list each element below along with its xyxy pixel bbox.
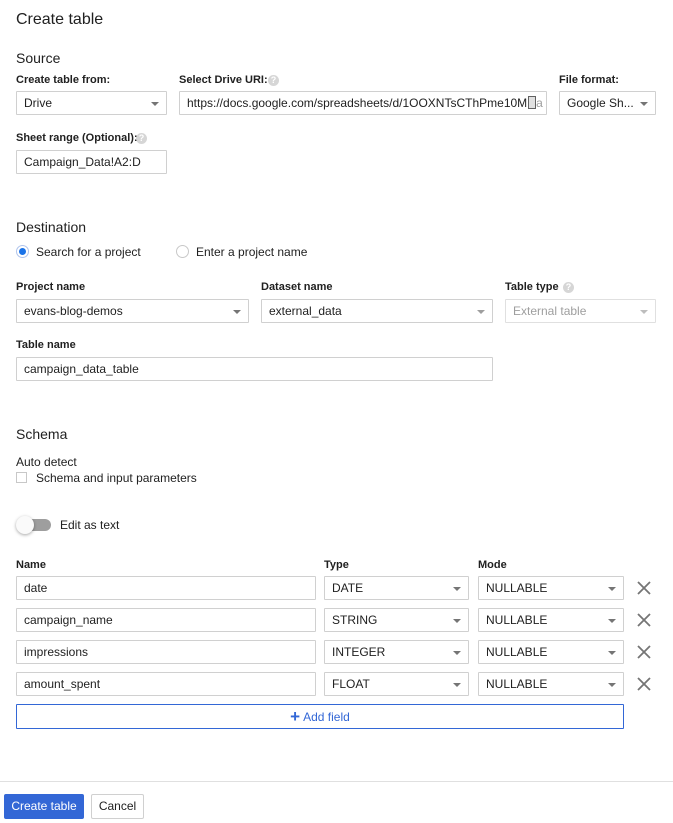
field-name-input[interactable]: amount_spent <box>16 672 316 696</box>
footer-divider <box>0 781 673 782</box>
add-field-button[interactable]: + Add field <box>16 704 624 729</box>
chevron-down-icon <box>640 310 648 314</box>
field-mode-value: NULLABLE <box>486 677 548 691</box>
field-type-select[interactable]: INTEGER <box>324 640 469 664</box>
field-mode-select[interactable]: NULLABLE <box>478 672 624 696</box>
chevron-down-icon <box>608 683 616 687</box>
table-type-select: External table <box>505 299 656 323</box>
sheet-range-value: Campaign_Data!A2:D <box>24 155 141 169</box>
text-cursor-icon <box>528 96 537 109</box>
field-type-value: INTEGER <box>332 645 386 659</box>
table-name-label: Table name <box>16 339 76 351</box>
field-mode-select[interactable]: NULLABLE <box>478 640 624 664</box>
project-name-value: evans-blog-demos <box>24 304 123 318</box>
field-mode-select[interactable]: NULLABLE <box>478 608 624 632</box>
cancel-button[interactable]: Cancel <box>91 794 144 819</box>
file-format-select[interactable]: Google Sh... <box>559 91 656 115</box>
file-format-value: Google Sh... <box>567 96 634 110</box>
radio-search-project[interactable] <box>16 245 29 258</box>
close-icon[interactable] <box>636 676 652 692</box>
field-type-value: FLOAT <box>332 677 370 691</box>
table-name-value: campaign_data_table <box>24 362 139 376</box>
dataset-name-value: external_data <box>269 304 342 318</box>
field-type-select[interactable]: FLOAT <box>324 672 469 696</box>
close-icon[interactable] <box>636 580 652 596</box>
field-name-value: date <box>24 581 48 595</box>
page-title: Create table <box>16 11 104 28</box>
project-name-label: Project name <box>16 281 86 293</box>
project-name-select[interactable]: evans-blog-demos <box>16 299 249 323</box>
field-name-input[interactable]: date <box>16 576 316 600</box>
radio-search-project-label[interactable]: Search for a project <box>36 245 141 259</box>
column-header-mode: Mode <box>478 559 507 571</box>
sheet-range-input[interactable]: Campaign_Data!A2:D <box>16 150 167 174</box>
table-type-value: External table <box>513 304 587 318</box>
drive-uri-label: Select Drive URI: <box>179 74 268 86</box>
chevron-down-icon <box>477 310 485 314</box>
field-mode-value: NULLABLE <box>486 581 548 595</box>
field-type-value: DATE <box>332 581 364 595</box>
help-icon[interactable]: ? <box>268 75 279 86</box>
source-heading: Source <box>16 50 61 66</box>
chevron-down-icon <box>453 619 461 623</box>
create-from-label: Create table from: <box>16 74 111 86</box>
plus-icon: + <box>290 707 301 726</box>
field-type-select[interactable]: STRING <box>324 608 469 632</box>
drive-uri-input[interactable]: https://docs.google.com/spreadsheets/d/1… <box>179 91 547 115</box>
drive-uri-value: https://docs.google.com/spreadsheets/d/1… <box>187 96 528 110</box>
field-name-value: amount_spent <box>24 677 101 691</box>
edit-as-text-label: Edit as text <box>60 518 120 532</box>
add-field-label: Add field <box>303 710 350 724</box>
dataset-name-label: Dataset name <box>261 281 333 293</box>
help-icon[interactable]: ? <box>136 133 147 144</box>
chevron-down-icon <box>453 651 461 655</box>
create-table-button[interactable]: Create table <box>4 794 84 819</box>
toggle-knob[interactable] <box>16 516 34 534</box>
dataset-name-select[interactable]: external_data <box>261 299 493 323</box>
close-icon[interactable] <box>636 612 652 628</box>
column-header-type: Type <box>324 559 349 571</box>
chevron-down-icon <box>608 651 616 655</box>
field-type-value: STRING <box>332 613 378 627</box>
field-name-value: campaign_name <box>24 613 113 627</box>
create-from-value: Drive <box>24 96 53 110</box>
chevron-down-icon <box>453 683 461 687</box>
chevron-down-icon <box>453 587 461 591</box>
destination-heading: Destination <box>16 219 87 235</box>
field-name-input[interactable]: impressions <box>16 640 316 664</box>
radio-enter-project-label[interactable]: Enter a project name <box>196 245 307 259</box>
help-icon[interactable]: ? <box>563 282 574 293</box>
table-name-input[interactable]: campaign_data_table <box>16 357 493 381</box>
file-format-label: File format: <box>559 74 619 86</box>
chevron-down-icon <box>151 102 159 106</box>
auto-detect-checkbox[interactable] <box>16 472 27 483</box>
create-from-select[interactable]: Drive <box>16 91 167 115</box>
column-header-name: Name <box>16 559 46 571</box>
chevron-down-icon <box>233 310 241 314</box>
table-type-label: Table type <box>505 281 559 293</box>
close-icon[interactable] <box>636 644 652 660</box>
field-mode-select[interactable]: NULLABLE <box>478 576 624 600</box>
radio-enter-project[interactable] <box>176 245 189 258</box>
chevron-down-icon <box>640 102 648 106</box>
field-name-value: impressions <box>24 645 89 659</box>
auto-detect-checkbox-label[interactable]: Schema and input parameters <box>36 471 197 485</box>
sheet-range-label: Sheet range (Optional): <box>16 132 138 144</box>
field-name-input[interactable]: campaign_name <box>16 608 316 632</box>
chevron-down-icon <box>608 587 616 591</box>
field-type-select[interactable]: DATE <box>324 576 469 600</box>
auto-detect-label: Auto detect <box>16 455 77 469</box>
drive-uri-overflow: a <box>536 96 543 110</box>
field-mode-value: NULLABLE <box>486 645 548 659</box>
field-mode-value: NULLABLE <box>486 613 548 627</box>
schema-heading: Schema <box>16 426 68 442</box>
chevron-down-icon <box>608 619 616 623</box>
